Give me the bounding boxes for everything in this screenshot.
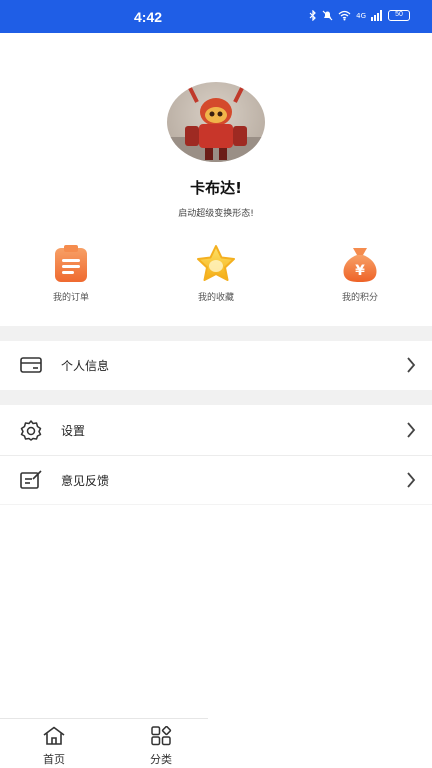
card-icon [20, 357, 42, 373]
my-points-label: 我的积分 [341, 293, 378, 303]
status-icons: 4G 50 [309, 10, 410, 21]
chevron-right-icon [407, 357, 416, 373]
signal-icon [371, 10, 382, 21]
status-bar: 4:42 4G 50 [0, 0, 432, 33]
section-gap [0, 326, 432, 341]
quick-actions: 我的订单 我的收藏 ¥ 我的积分 [0, 242, 432, 312]
feedback-label: 意见反馈 [61, 474, 110, 488]
settings-label: 设置 [61, 424, 86, 438]
my-favorites-label: 我的收藏 [197, 293, 234, 303]
divider [0, 504, 432, 505]
avatar-image [167, 85, 265, 162]
avatar[interactable] [167, 82, 265, 162]
clipboard-icon [49, 242, 93, 286]
battery-icon: 50 [388, 10, 410, 21]
tab-category[interactable]: 分类 [131, 725, 191, 767]
svg-text:¥: ¥ [355, 263, 365, 279]
gear-icon [20, 420, 42, 441]
status-time: 4:42 [134, 9, 163, 25]
personal-info-label: 个人信息 [61, 359, 110, 373]
chevron-right-icon [407, 422, 416, 438]
network-type: 4G [356, 11, 366, 20]
my-favorites-button[interactable]: 我的收藏 [171, 242, 261, 303]
money-bag-icon: ¥ [338, 242, 382, 286]
chevron-right-icon [407, 472, 416, 488]
category-grid-icon [151, 725, 172, 746]
tab-home[interactable]: 首页 [24, 726, 84, 767]
wifi-icon [338, 10, 351, 21]
star-icon [194, 242, 238, 286]
menu-item-settings[interactable]: 设置 [0, 406, 432, 455]
battery-level: 50 [395, 11, 403, 18]
my-points-button[interactable]: ¥ 我的积分 [315, 242, 405, 303]
bottom-tab-bar: 首页 分类 [0, 718, 208, 768]
my-orders-button[interactable]: 我的订单 [26, 242, 116, 303]
home-icon [43, 726, 65, 745]
my-orders-label: 我的订单 [52, 293, 89, 303]
menu-item-personal-info[interactable]: 个人信息 [0, 341, 432, 390]
tab-category-label: 分类 [150, 753, 172, 766]
profile-slogan: 启动超级变换形态! [178, 209, 254, 219]
mute-bell-icon [322, 10, 333, 21]
section-gap [0, 390, 432, 405]
tab-home-label: 首页 [43, 753, 65, 766]
edit-note-icon [20, 470, 42, 489]
menu-item-feedback[interactable]: 意见反馈 [0, 456, 432, 505]
profile-name: 卡布达! [190, 179, 242, 197]
bluetooth-icon [309, 10, 316, 21]
